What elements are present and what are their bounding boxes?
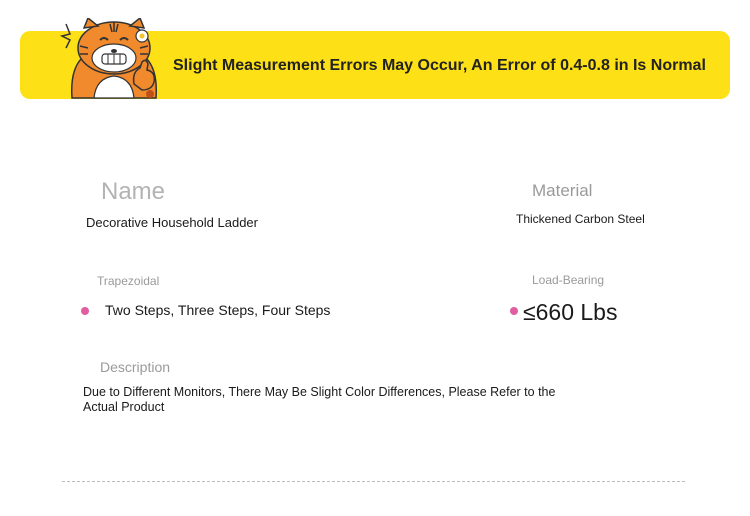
bullet-dot-icon bbox=[510, 307, 518, 315]
notice-banner-text: Slight Measurement Errors May Occur, An … bbox=[173, 57, 706, 74]
load-bearing-label: Load-Bearing bbox=[532, 273, 605, 287]
description-label: Description bbox=[100, 359, 171, 375]
bullet-dot-icon bbox=[81, 307, 89, 315]
trapezoidal-value: Two Steps, Three Steps, Four Steps bbox=[105, 302, 331, 318]
tiger-mascot-icon bbox=[60, 18, 158, 99]
name-value: Decorative Household Ladder bbox=[86, 215, 258, 230]
trapezoidal-label: Trapezoidal bbox=[97, 274, 160, 288]
material-label: Material bbox=[532, 181, 593, 200]
dashed-divider bbox=[62, 481, 685, 482]
load-bearing-value: ≤660 Lbs bbox=[523, 299, 618, 325]
description-value: Due to Different Monitors, There May Be … bbox=[83, 385, 556, 414]
name-label: Name bbox=[101, 178, 166, 205]
material-value: Thickened Carbon Steel bbox=[516, 212, 645, 226]
